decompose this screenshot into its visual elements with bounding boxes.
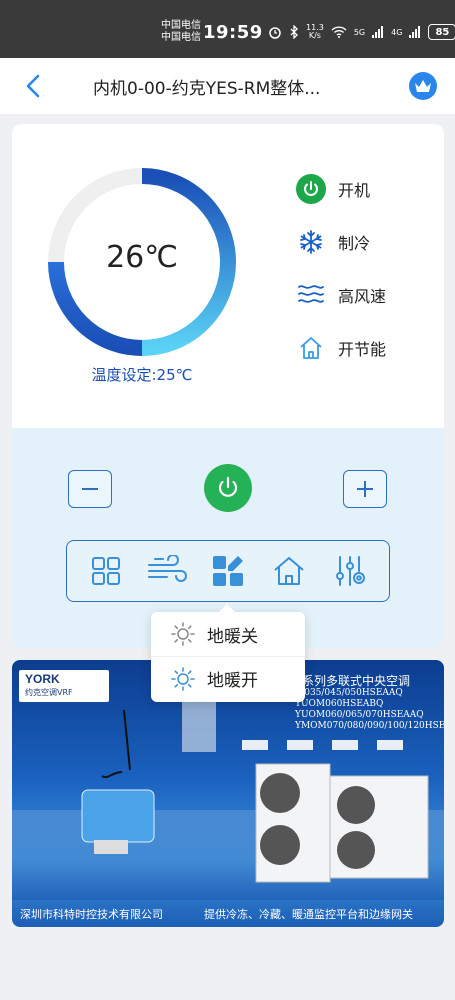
status-bar: 中国电信 中国电信 19:59 11.3 K/s 5G 4G 85	[0, 0, 455, 58]
decrease-temp-button[interactable]	[68, 470, 112, 508]
carrier-info: 中国电信 中国电信	[161, 20, 201, 44]
signal-5g: 5G	[353, 27, 366, 37]
sliders-icon	[336, 556, 366, 586]
sun-icon	[171, 622, 195, 646]
net-speed: 11.3 K/s	[306, 23, 324, 40]
banner-tagline: 提供冷冻、冷藏、暖通监控平台和边缘网关	[204, 908, 413, 921]
page-title: 内机0-00-约克YES-RM整体...	[93, 79, 321, 99]
floor-heating-menu: 地暖关 地暖开	[151, 604, 305, 702]
status-fan-speed: 高风速	[296, 282, 386, 308]
status-label: 开节能	[338, 340, 387, 359]
current-temperature: 26℃	[106, 240, 178, 275]
crown-icon	[415, 80, 431, 92]
snowflake-icon	[296, 227, 326, 257]
vip-button[interactable]	[409, 72, 437, 100]
status-label: 制冷	[338, 234, 371, 253]
function-button[interactable]	[206, 549, 250, 593]
status-list: 开机 制冷 高风速 开节能	[296, 174, 386, 388]
setpoint-label: 温度设定:25℃	[91, 366, 193, 384]
fan-speed-button[interactable]	[145, 549, 189, 593]
menu-item-label: 地暖关	[207, 626, 258, 647]
status-label: 开机	[338, 181, 371, 200]
home-icon	[274, 557, 304, 585]
mode-select-button[interactable]	[84, 549, 128, 593]
clock: 19:59	[203, 22, 263, 43]
power-icon	[296, 174, 326, 204]
floor-heating-off-option[interactable]: 地暖关	[151, 612, 305, 656]
eco-button[interactable]	[267, 549, 311, 593]
carrier-1: 中国电信	[161, 20, 201, 31]
device-control-card: 26℃ 温度设定:25℃ 开机 制冷 高风速 开节能	[12, 124, 444, 648]
carrier-2: 中国电信	[161, 32, 201, 43]
temperature-controls	[12, 464, 444, 514]
status-mode: 制冷	[296, 229, 386, 255]
bluetooth-icon	[290, 25, 298, 39]
power-icon	[218, 476, 238, 497]
floor-heating-on-option[interactable]: 地暖开	[151, 656, 305, 700]
minus-icon	[82, 488, 98, 490]
grid-icon	[91, 557, 120, 585]
back-button[interactable]	[22, 73, 46, 99]
status-eco: 开节能	[296, 335, 386, 361]
power-toggle-button[interactable]	[204, 464, 252, 512]
status-power: 开机	[296, 174, 386, 204]
settings-button[interactable]	[328, 549, 372, 593]
status-icons: 11.3 K/s 5G 4G 85	[268, 24, 455, 40]
signal-bars-icon	[372, 26, 384, 38]
wifi-icon	[331, 26, 347, 38]
banner-company: 深圳市科特时控技术有限公司	[20, 908, 163, 921]
battery-icon: 85	[428, 24, 455, 40]
wind-icon	[147, 555, 187, 582]
mode-toolbar	[66, 540, 390, 602]
sun-icon	[171, 666, 195, 691]
home-icon	[296, 333, 326, 363]
app-header: 内机0-00-约克YES-RM整体...	[0, 58, 455, 114]
signal-4g: 4G	[391, 27, 403, 37]
apps-edit-icon	[212, 556, 243, 586]
wind-waves-icon	[296, 280, 326, 310]
status-label: 高风速	[338, 287, 387, 306]
increase-temp-button[interactable]	[343, 470, 387, 508]
menu-item-label: 地暖开	[207, 671, 258, 691]
alarm-icon	[269, 27, 281, 39]
signal-bars-icon	[409, 26, 421, 38]
chevron-left-icon	[26, 74, 40, 98]
temperature-panel: 26℃ 温度设定:25℃ 开机 制冷 高风速 开节能	[12, 124, 444, 428]
plus-icon	[357, 481, 373, 497]
